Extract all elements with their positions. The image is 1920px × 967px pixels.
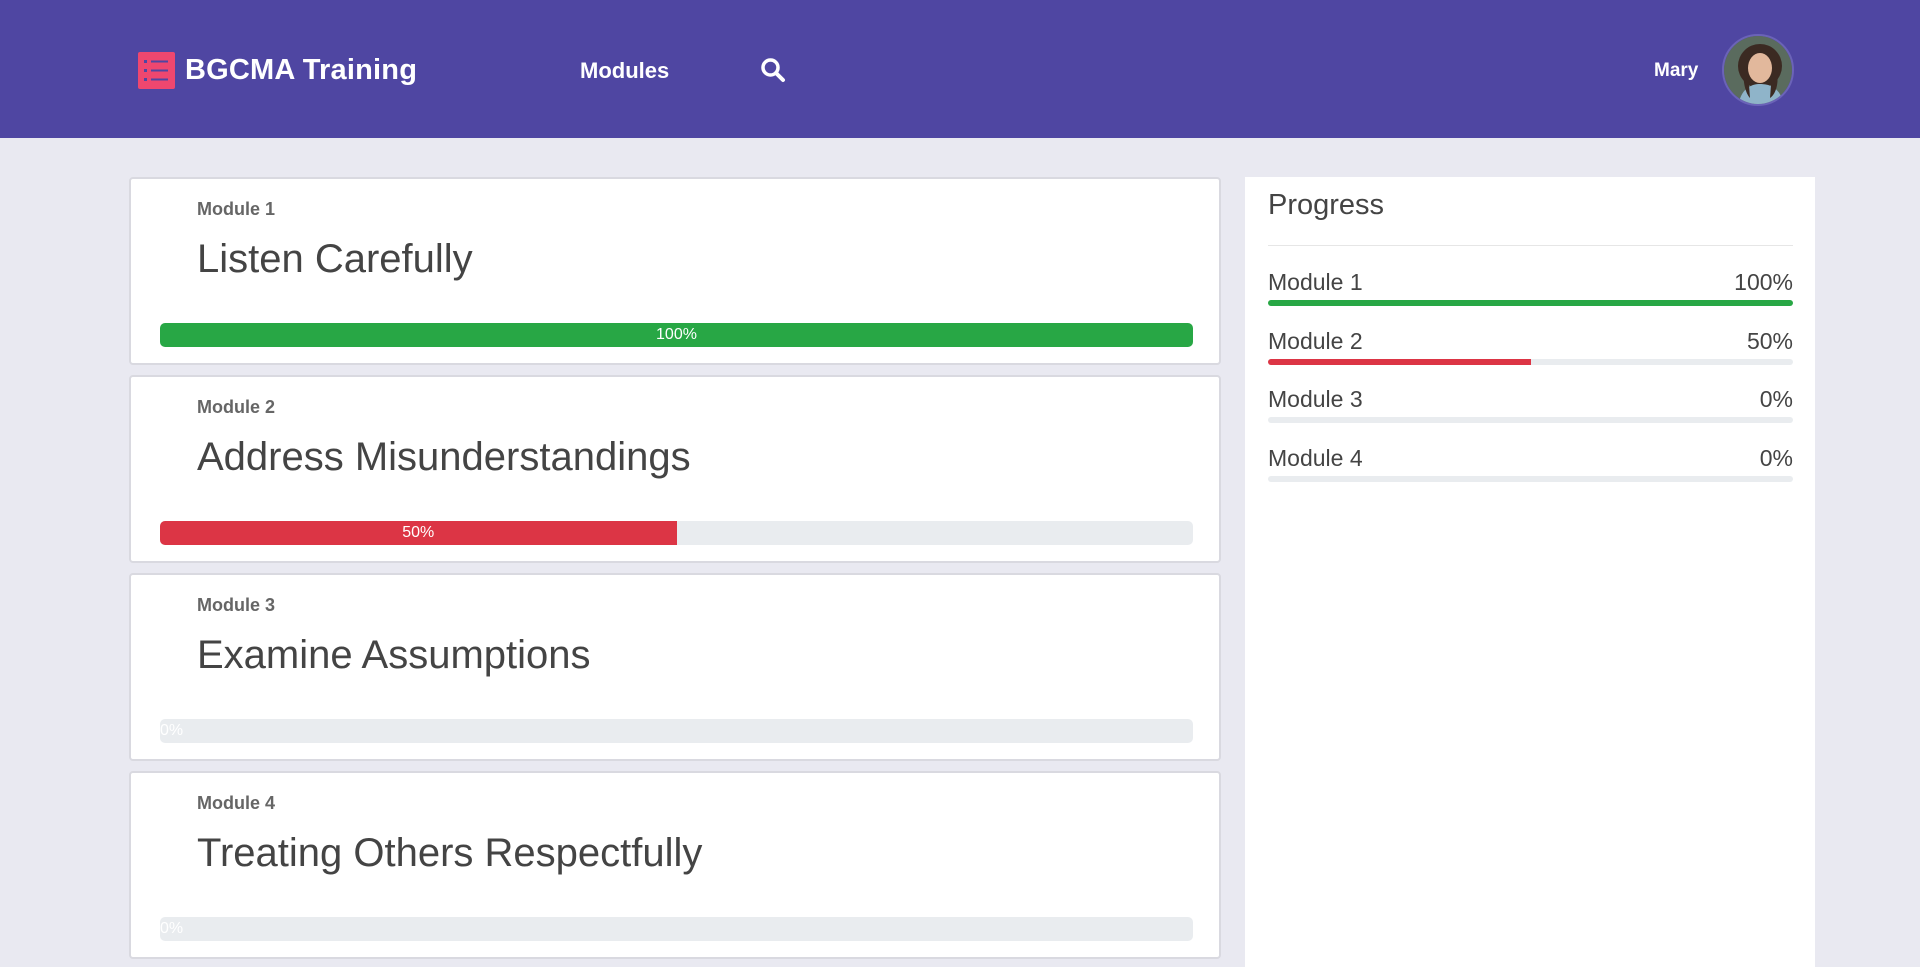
progress-row-value: 50%	[1746, 328, 1793, 354]
progress-row-label: Module 3	[1268, 386, 1363, 412]
progress-row-value: 0%	[1759, 445, 1793, 471]
module-number: Module 1	[197, 199, 276, 219]
module-progress-bar: 50%	[160, 521, 1193, 545]
progress-row-value: 100%	[1734, 269, 1793, 295]
progress-track-fill	[1268, 359, 1531, 365]
avatar[interactable]	[1722, 34, 1794, 106]
search-icon[interactable]	[760, 57, 788, 85]
module-card[interactable]: Module 2 Address Misunderstandings 50%	[129, 375, 1221, 563]
module-number: Module 4	[197, 793, 276, 813]
brand-name: BGCMA Training	[185, 54, 418, 86]
progress-track-fill	[1268, 300, 1793, 306]
list-icon	[138, 52, 175, 89]
module-card[interactable]: Module 4 Treating Others Respectfully 0%	[129, 771, 1221, 959]
module-card[interactable]: Module 3 Examine Assumptions 0%	[129, 573, 1221, 761]
progress-row-label: Module 1	[1268, 269, 1363, 295]
module-progress-fill: 100%	[160, 323, 1193, 347]
divider	[1268, 245, 1793, 246]
progress-row: Module 4 0%	[1268, 445, 1793, 495]
module-progress-bar: 100%	[160, 323, 1193, 347]
progress-track	[1268, 300, 1793, 306]
module-title: Treating Others Respectfully	[197, 831, 703, 875]
module-number: Module 2	[197, 397, 276, 417]
module-number: Module 3	[197, 595, 276, 615]
module-progress-fill: 50%	[160, 521, 677, 545]
nav-modules-link[interactable]: Modules	[580, 58, 669, 84]
module-title: Listen Carefully	[197, 237, 473, 281]
module-title: Address Misunderstandings	[197, 435, 691, 479]
progress-track	[1268, 476, 1793, 482]
progress-panel: Progress Module 1 100% Module 2 50% Modu…	[1245, 177, 1815, 967]
module-title: Examine Assumptions	[197, 633, 591, 677]
module-card[interactable]: Module 1 Listen Carefully 100%	[129, 177, 1221, 365]
progress-row: Module 1 100%	[1268, 269, 1793, 319]
progress-track	[1268, 359, 1793, 365]
panel-title: Progress	[1268, 189, 1385, 221]
progress-track	[1268, 417, 1793, 423]
progress-row-label: Module 4	[1268, 445, 1363, 471]
module-progress-bar: 0%	[160, 719, 1193, 743]
user-name[interactable]: Mary	[1654, 60, 1698, 82]
progress-row: Module 3 0%	[1268, 386, 1793, 436]
top-navbar: BGCMA Training Modules Mary	[0, 0, 1920, 138]
progress-row-value: 0%	[1759, 386, 1793, 412]
module-progress-bar: 0%	[160, 917, 1193, 941]
progress-row-label: Module 2	[1268, 328, 1363, 354]
progress-row: Module 2 50%	[1268, 328, 1793, 378]
brand-link[interactable]: BGCMA Training	[138, 52, 417, 89]
